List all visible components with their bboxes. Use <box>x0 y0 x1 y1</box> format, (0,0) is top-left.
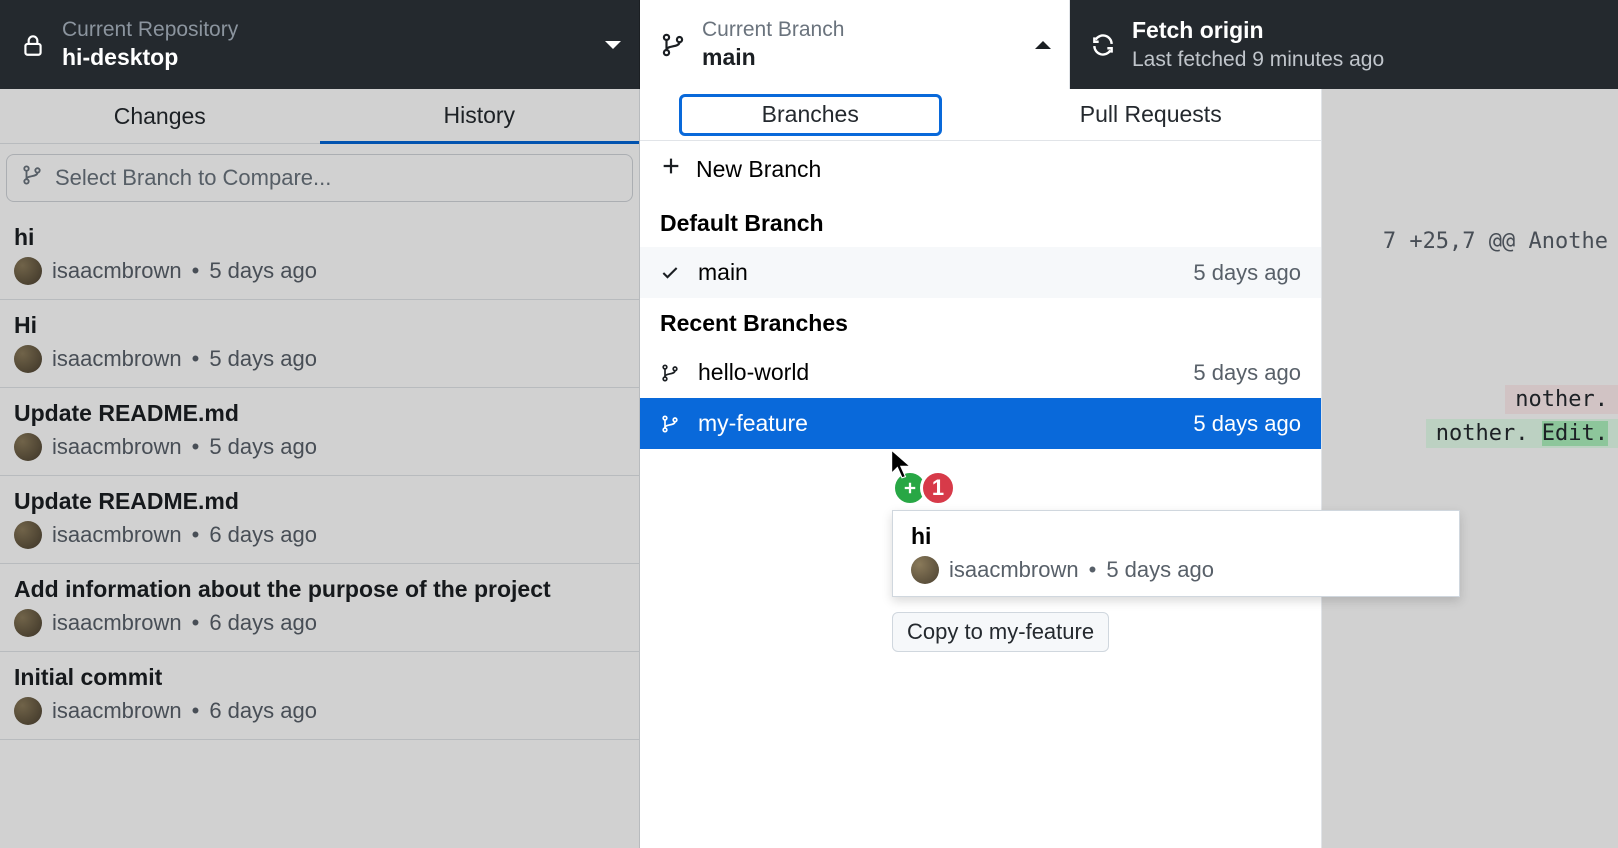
fetch-button[interactable]: Fetch origin Last fetched 9 minutes ago <box>1070 0 1618 89</box>
left-tabs: Changes History <box>0 89 639 144</box>
dropdown-tab-branches[interactable]: Branches <box>640 89 981 140</box>
branch-label: Current Branch <box>702 16 1035 43</box>
commit-item[interactable]: Update README.md isaacmbrown • 6 days ag… <box>0 476 639 564</box>
new-branch-button[interactable]: New Branch <box>640 141 1321 198</box>
branch-icon <box>660 362 682 384</box>
commit-list: hi isaacmbrown • 5 days ago Hi isaacmbro… <box>0 212 639 740</box>
branch-row-my-feature[interactable]: my-feature 5 days ago <box>640 398 1321 449</box>
header-bar: Current Repository hi-desktop Current Br… <box>0 0 1618 89</box>
check-icon <box>660 262 682 284</box>
branch-selector[interactable]: Current Branch main <box>640 0 1070 89</box>
fetch-status: Last fetched 9 minutes ago <box>1132 46 1600 73</box>
cursor-icon <box>889 449 915 484</box>
fetch-label: Fetch origin <box>1132 16 1600 46</box>
branch-dropdown: Branches Pull Requests New Branch Defaul… <box>640 89 1322 848</box>
plus-icon <box>660 155 682 183</box>
branch-icon <box>658 30 688 60</box>
avatar <box>911 556 939 584</box>
diff-removed-line: nother. <box>1505 385 1618 414</box>
compare-branch-input[interactable]: Select Branch to Compare... <box>6 154 633 202</box>
left-sidebar: Changes History Select Branch to Compare… <box>0 89 640 848</box>
commit-item[interactable]: Add information about the purpose of the… <box>0 564 639 652</box>
tab-changes[interactable]: Changes <box>0 89 320 144</box>
avatar <box>14 521 42 549</box>
repo-selector[interactable]: Current Repository hi-desktop <box>0 0 640 89</box>
branch-value: main <box>702 43 1035 73</box>
diff-added-line: nother. Edit. <box>1426 419 1618 448</box>
avatar <box>14 257 42 285</box>
chevron-up-icon <box>1035 41 1051 49</box>
default-branch-heading: Default Branch <box>640 198 1321 247</box>
dropdown-tab-pull-requests[interactable]: Pull Requests <box>981 89 1322 140</box>
chevron-down-icon <box>605 41 621 49</box>
compare-placeholder: Select Branch to Compare... <box>55 165 331 191</box>
count-badge: 1 <box>920 470 956 506</box>
repo-value: hi-desktop <box>62 43 605 73</box>
avatar <box>14 697 42 725</box>
lock-icon <box>18 30 48 60</box>
tab-history[interactable]: History <box>320 89 640 144</box>
commit-item[interactable]: hi isaacmbrown • 5 days ago <box>0 212 639 300</box>
commit-item[interactable]: Hi isaacmbrown • 5 days ago <box>0 300 639 388</box>
diff-hunk-header: 7 +25,7 @@ Anothe <box>1373 227 1618 256</box>
branch-row-hello-world[interactable]: hello-world 5 days ago <box>640 347 1321 398</box>
avatar <box>14 345 42 373</box>
drag-tooltip: Copy to my-feature <box>892 612 1109 652</box>
branch-row-main[interactable]: main 5 days ago <box>640 247 1321 298</box>
avatar <box>14 609 42 637</box>
repo-label: Current Repository <box>62 16 605 43</box>
drag-commit-card[interactable]: hi isaacmbrown • 5 days ago <box>892 510 1460 597</box>
commit-item[interactable]: Update README.md isaacmbrown • 5 days ag… <box>0 388 639 476</box>
branch-icon <box>21 163 43 193</box>
recent-branches-heading: Recent Branches <box>640 298 1321 347</box>
sync-icon <box>1088 30 1118 60</box>
avatar <box>14 433 42 461</box>
commit-item[interactable]: Initial commit isaacmbrown • 6 days ago <box>0 652 639 740</box>
branch-icon <box>660 413 682 435</box>
